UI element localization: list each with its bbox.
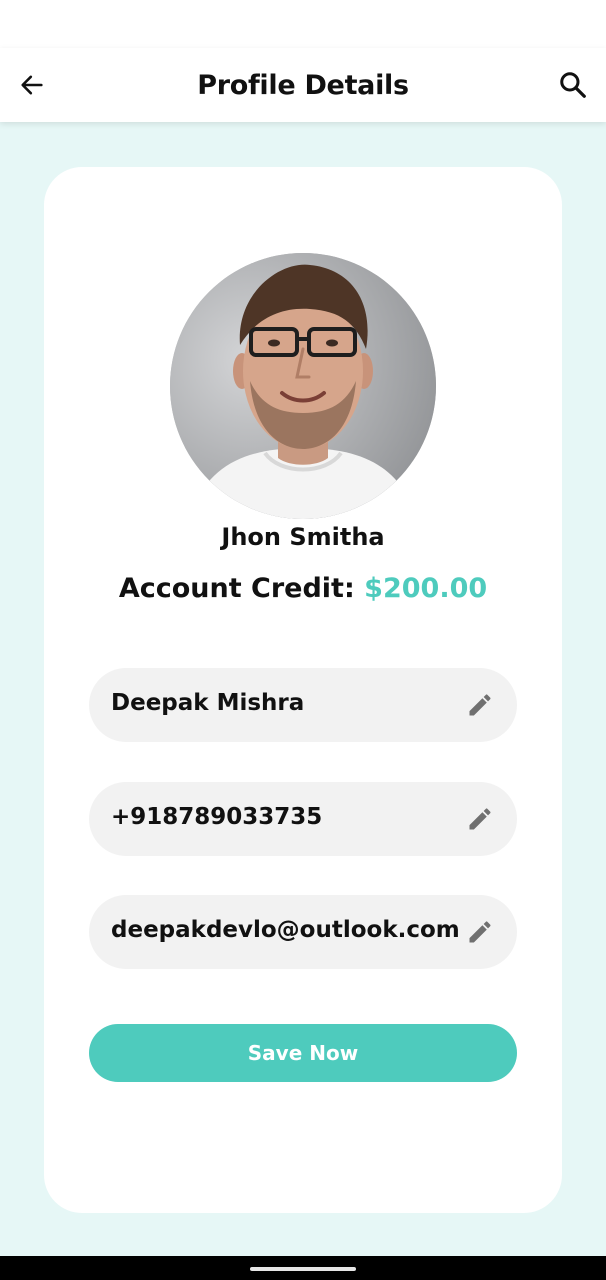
system-navigation-bar [0, 1256, 606, 1280]
account-credit-label: Account Credit: [118, 573, 365, 604]
pencil-icon [469, 694, 491, 716]
pencil-icon [469, 921, 491, 943]
page-title: Profile Details [197, 70, 409, 101]
phone-field[interactable]: +918789033735 [89, 782, 517, 856]
phone-field-value[interactable]: +918789033735 [111, 804, 322, 830]
profile-card: Jhon Smitha Account Credit: $200.00 Deep… [44, 167, 562, 1213]
edit-name-button[interactable] [463, 688, 497, 722]
edit-phone-button[interactable] [463, 802, 497, 836]
user-photo [170, 253, 436, 519]
save-now-button[interactable]: Save Now [89, 1024, 517, 1082]
search-button[interactable] [553, 65, 593, 105]
avatar[interactable] [170, 253, 436, 519]
home-indicator[interactable] [250, 1267, 356, 1271]
status-bar [0, 0, 606, 48]
name-field-value[interactable]: Deepak Mishra [111, 690, 304, 716]
email-field[interactable]: deepakdevlo@outlook.com [89, 895, 517, 969]
email-field-value[interactable]: deepakdevlo@outlook.com [111, 917, 460, 943]
account-credit: Account Credit: $200.00 [44, 573, 562, 604]
edit-email-button[interactable] [463, 915, 497, 949]
search-icon [560, 72, 586, 98]
pencil-icon [469, 808, 491, 830]
app-bar: Profile Details [0, 48, 606, 122]
name-field[interactable]: Deepak Mishra [89, 668, 517, 742]
user-name: Jhon Smitha [221, 523, 385, 551]
account-credit-amount: $200.00 [364, 573, 488, 604]
